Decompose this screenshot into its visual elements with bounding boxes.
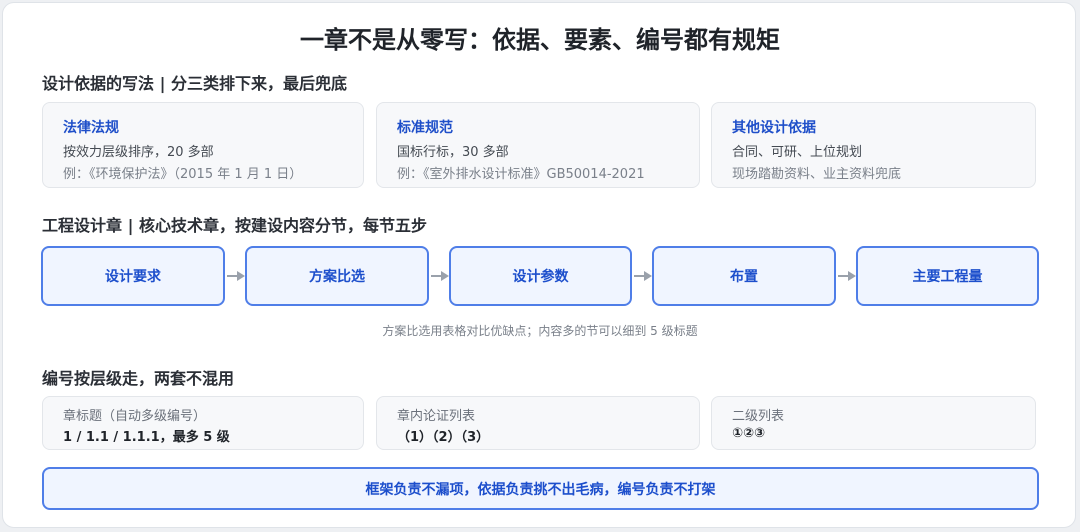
numbering-card-value: ①②③ [732,426,766,441]
numbering-card-value: （1）（2）（3） [397,430,490,445]
flow-step-design-parameters: 设计参数 [449,246,632,306]
summary-banner: 框架负责不漏项，依据负责挑不出毛病，编号负责不打架 [42,467,1039,510]
basis-card-standards: 标准规范 国标行标，30 多部 例：《室外排水设计标准》GB50014-2021 [376,102,700,188]
flow-step-design-requirements: 设计要求 [41,246,225,306]
flow-note: 方案比选用表格对比优缺点；内容多的节可以细到 5 级标题 [382,324,698,338]
numbering-card-label: 章标题（自动多级编号） [63,409,207,424]
basis-card-example: 现场踏勘资料、业主资料兜底 [732,167,902,182]
basis-section-heading: 设计依据的写法 | 分三类排下来，最后兜底 [42,74,347,93]
basis-card-line: 合同、可研、上位规划 [732,145,863,160]
basis-card-example: 例：《室外排水设计标准》GB50014-2021 [397,167,645,182]
flow-step-quantities: 主要工程量 [856,246,1039,306]
basis-card-title: 法律法规 [63,120,119,136]
flow-step-layout: 布置 [652,246,836,306]
arrow-right-icon [634,271,652,281]
basis-card-title: 其他设计依据 [732,120,816,136]
page-title: 一章不是从零写：依据、要素、编号都有规矩 [300,26,780,54]
numbering-card-label: 章内论证列表 [397,409,476,424]
flow-step-scheme-comparison: 方案比选 [245,246,429,306]
arrow-right-icon [227,271,245,281]
design-section-heading: 工程设计章 | 核心技术章，按建设内容分节，每节五步 [42,216,427,235]
basis-card-title: 标准规范 [397,120,453,136]
arrow-right-icon [431,271,449,281]
basis-card-line: 国标行标，30 多部 [397,145,509,160]
numbering-card-secondary-list: 二级列表 ①②③ [711,396,1036,450]
numbering-card-value: 1 / 1.1 / 1.1.1，最多 5 级 [63,430,230,445]
basis-card-laws: 法律法规 按效力层级排序，20 多部 例：《环境保护法》（2015 年 1 月 … [42,102,364,188]
numbering-card-argument-list: 章内论证列表 （1）（2）（3） [376,396,700,450]
numbering-card-chapter: 章标题（自动多级编号） 1 / 1.1 / 1.1.1，最多 5 级 [42,396,364,450]
numbering-section-heading: 编号按层级走，两套不混用 [42,369,235,388]
numbering-card-label: 二级列表 [732,409,785,424]
basis-card-other: 其他设计依据 合同、可研、上位规划 现场踏勘资料、业主资料兜底 [711,102,1036,188]
basis-card-line: 按效力层级排序，20 多部 [63,145,214,160]
arrow-right-icon [838,271,856,281]
basis-card-example: 例：《环境保护法》（2015 年 1 月 1 日） [63,167,303,182]
